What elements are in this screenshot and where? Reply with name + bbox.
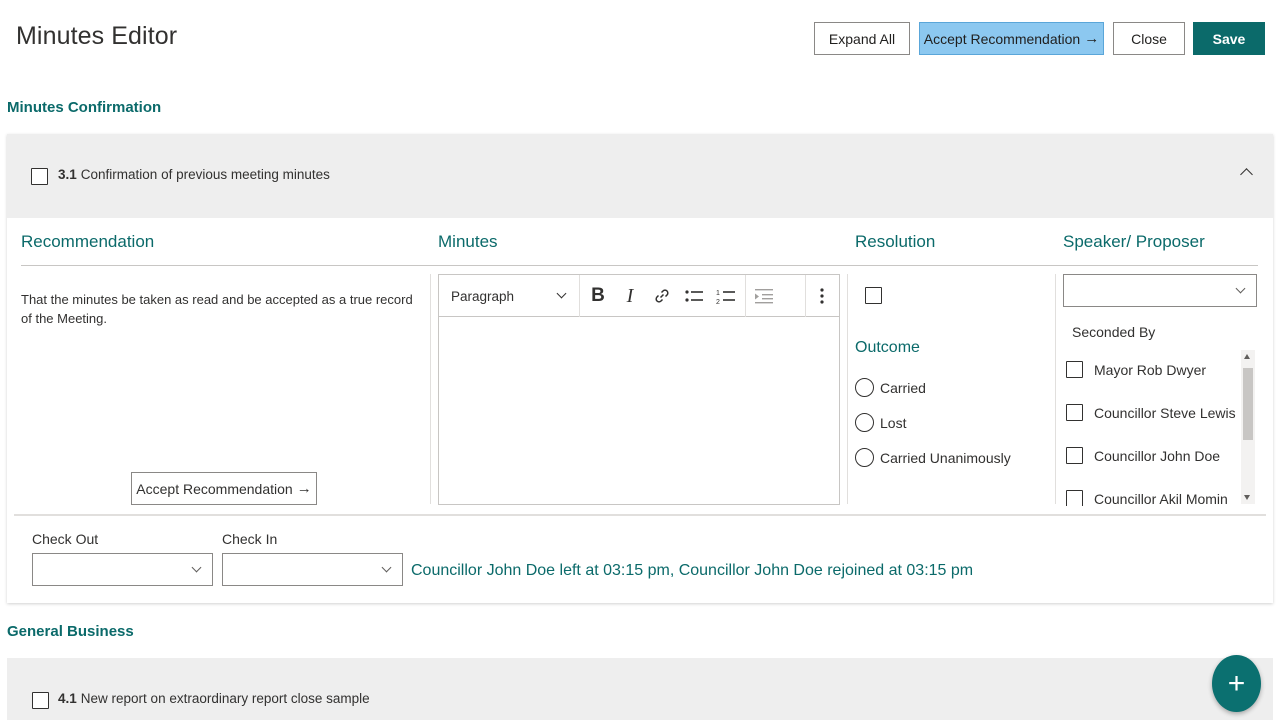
check-in-label: Check In [222, 531, 278, 547]
outcome-option-carried[interactable]: Carried [855, 378, 926, 397]
resolution-checkbox[interactable] [865, 287, 882, 304]
radio-button[interactable] [855, 378, 874, 397]
chevron-up-icon[interactable] [1240, 168, 1253, 181]
accept-recommendation-button[interactable]: Accept Recommendation → [131, 472, 317, 505]
item-select-checkbox[interactable] [31, 168, 48, 185]
chevron-down-icon [381, 562, 392, 573]
outcome-option-carried-unanimously[interactable]: Carried Unanimously [855, 448, 1011, 467]
seconded-by-list[interactable]: Mayor Rob Dwyer Councillor Steve Lewis C… [1056, 350, 1257, 506]
expand-all-button[interactable]: Expand All [814, 22, 910, 55]
item-select-checkbox[interactable] [32, 692, 49, 709]
column-header-recommendation: Recommendation [21, 232, 155, 251]
recommendation-text: That the minutes be taken as read and be… [21, 292, 413, 326]
page-title: Minutes Editor [16, 22, 178, 50]
seconded-by-label: Seconded By [1072, 324, 1156, 340]
column-header-speaker: Speaker/ Proposer [1063, 232, 1205, 251]
arrow-right-icon: → [1084, 30, 1100, 47]
outcome-option-lost[interactable]: Lost [855, 413, 906, 432]
numbered-list-icon[interactable]: 12 [715, 285, 737, 307]
check-out-label: Check Out [32, 531, 99, 547]
radio-button[interactable] [855, 413, 874, 432]
add-item-fab-button[interactable]: + [1212, 655, 1261, 712]
accept-recommendation-label: Accept Recommendation [136, 480, 293, 497]
accept-recommendation-top-button[interactable]: Accept Recommendation → [919, 22, 1104, 55]
check-out-dropdown[interactable] [32, 553, 213, 586]
column-header-minutes: Minutes [438, 232, 498, 251]
close-button[interactable]: Close [1113, 22, 1185, 55]
agenda-item-title: 4.1 New report on extraordinary report cl… [58, 691, 370, 706]
agenda-item-header[interactable]: 4.1 New report on extraordinary report cl… [7, 658, 1273, 720]
check-in-dropdown[interactable] [222, 553, 403, 586]
agenda-item-title: 3.1 Confirmation of previous meeting minu… [58, 167, 330, 182]
agenda-item-number: 4.1 [58, 691, 77, 706]
column-divider [21, 265, 1258, 266]
divider [14, 514, 1266, 516]
seconder-checkbox[interactable] [1066, 490, 1083, 506]
chevron-down-icon [1235, 283, 1246, 294]
minutes-editor[interactable]: Paragraph B I 12 [438, 274, 840, 505]
column-separator [847, 274, 848, 504]
attendance-status-text: Councillor John Doe left at 03:15 pm, Co… [411, 562, 974, 579]
agenda-item-title-text: Confirmation of previous meeting minutes [80, 167, 330, 182]
section-heading-minutes-confirmation: Minutes Confirmation [7, 99, 162, 116]
column-header-resolution: Resolution [855, 232, 936, 251]
bold-icon[interactable]: B [587, 285, 609, 307]
toolbar-separator [579, 275, 580, 317]
save-button[interactable]: Save [1193, 22, 1265, 55]
seconder-item[interactable]: Councillor Steve Lewis [1066, 404, 1236, 421]
paragraph-format-select[interactable]: Paragraph [451, 289, 514, 304]
arrow-right-icon: → [296, 480, 312, 497]
more-options-icon[interactable] [811, 285, 833, 307]
agenda-item-card: 3.1 Confirmation of previous meeting minu… [7, 134, 1273, 603]
svg-text:1: 1 [716, 290, 720, 297]
seconder-item[interactable]: Councillor Akil Momin [1066, 490, 1228, 506]
bullet-list-icon[interactable] [683, 285, 705, 307]
scroll-up-arrow-icon[interactable] [1244, 354, 1250, 359]
svg-text:2: 2 [716, 299, 720, 305]
column-separator [430, 274, 431, 504]
agenda-item-header[interactable]: 3.1 Confirmation of previous meeting minu… [7, 134, 1273, 218]
accept-recommendation-label: Accept Recommendation [923, 30, 1081, 47]
seconder-checkbox[interactable] [1066, 361, 1083, 378]
section-heading-general-business: General Business [7, 623, 134, 640]
toolbar-separator [745, 275, 746, 317]
outdent-icon[interactable] [753, 285, 775, 307]
scroll-down-arrow-icon[interactable] [1244, 495, 1250, 500]
seconded-list-scrollbar[interactable] [1241, 350, 1255, 504]
toolbar-separator [805, 275, 806, 317]
agenda-item-title-text: New report on extraordinary report close… [80, 691, 370, 706]
link-icon[interactable] [651, 285, 673, 307]
scrollbar-thumb[interactable] [1243, 368, 1253, 440]
chevron-down-icon [191, 562, 202, 573]
agenda-item-number: 3.1 [58, 167, 77, 182]
seconder-checkbox[interactable] [1066, 404, 1083, 421]
chevron-down-icon[interactable] [556, 288, 567, 299]
seconder-item[interactable]: Mayor Rob Dwyer [1066, 361, 1206, 378]
radio-button[interactable] [855, 448, 874, 467]
seconder-checkbox[interactable] [1066, 447, 1083, 464]
editor-toolbar: Paragraph B I 12 [439, 275, 839, 317]
seconder-item[interactable]: Councillor John Doe [1066, 447, 1220, 464]
outcome-label: Outcome [855, 339, 920, 356]
speaker-proposer-dropdown[interactable] [1063, 274, 1257, 307]
italic-icon[interactable]: I [619, 285, 641, 307]
